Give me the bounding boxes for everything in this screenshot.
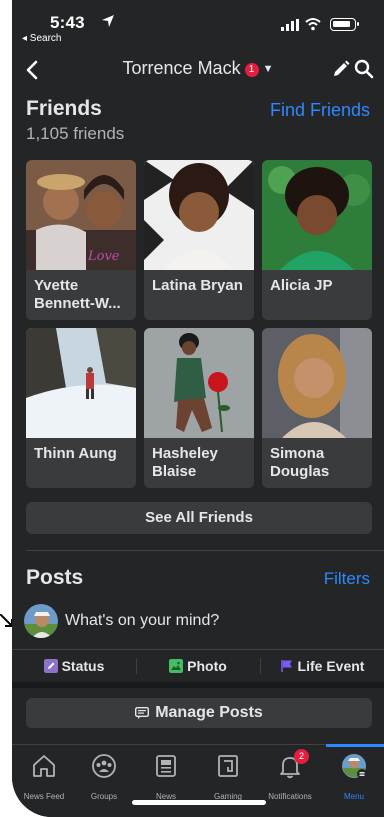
see-all-friends-button[interactable]: See All Friends (26, 502, 372, 534)
active-tab-indicator (326, 744, 384, 747)
profile-switcher[interactable]: Torrence Mack 1 ▼ (12, 58, 384, 79)
whats-on-your-mind-input[interactable]: What's on your mind? (65, 612, 219, 630)
friend-photo (144, 328, 254, 438)
battery-icon (330, 18, 359, 31)
friend-photo: Love (26, 160, 136, 270)
status-pencil-icon (43, 659, 58, 673)
cellular-signal-icon (281, 19, 299, 31)
status-label: Status (61, 658, 105, 674)
friend-name: Simona Douglas (270, 445, 330, 480)
friend-name: Latina Bryan (152, 277, 243, 294)
friend-photo (26, 328, 136, 438)
back-to-search-link[interactable]: ◂ Search (22, 33, 61, 44)
posts-section-title: Posts (26, 566, 84, 589)
tab-gaming[interactable]: Gaming (198, 753, 258, 801)
life-event-button[interactable]: Life Event (260, 650, 384, 682)
life-event-label: Life Event (297, 658, 365, 674)
status-bar: 5:43 ◂ Search (12, 0, 384, 48)
photo-button[interactable]: Photo (136, 650, 260, 682)
friends-grid: Love Yvette Bennett-W... Latina Bryan Al… (26, 160, 372, 488)
tab-menu[interactable]: Menu (324, 753, 384, 801)
menu-avatar-icon (342, 754, 367, 779)
friend-card[interactable]: Latina Bryan (144, 160, 254, 320)
friend-photo (144, 160, 254, 270)
tab-label: News Feed (23, 792, 65, 801)
phone-screen: 5:43 ◂ Search Torrence Mack 1 ▼ Friends … (12, 0, 384, 817)
notifications-badge: 2 (294, 749, 309, 764)
friend-photo (262, 160, 372, 270)
photo-icon (169, 659, 184, 673)
friend-card[interactable]: Hasheley Blaise (144, 328, 254, 488)
profile-notification-badge: 1 (244, 63, 259, 77)
friend-name: Alicia JP (270, 277, 333, 294)
filters-link[interactable]: Filters (324, 569, 370, 589)
tab-label: Menu (343, 792, 364, 801)
friend-name: Hasheley Blaise (152, 445, 218, 480)
manage-posts-icon (135, 707, 150, 719)
friends-section-title: Friends (26, 97, 102, 120)
edit-pencil-icon[interactable] (332, 60, 350, 78)
friend-photo (262, 328, 372, 438)
svg-text:Love: Love (87, 249, 120, 264)
friend-card[interactable]: Alicia JP (262, 160, 372, 320)
friend-name: Yvette Bennett-W... (34, 277, 121, 312)
home-icon (33, 755, 55, 777)
home-indicator (132, 800, 266, 805)
avatar[interactable] (24, 604, 58, 638)
friend-name: Thinn Aung (34, 445, 117, 462)
profile-name: Torrence Mack (122, 58, 241, 78)
find-friends-link[interactable]: Find Friends (270, 100, 370, 121)
friend-card[interactable]: Thinn Aung (26, 328, 136, 488)
tab-notifications[interactable]: 2 Notifications (260, 749, 320, 801)
friend-card[interactable]: Love Yvette Bennett-W... (26, 160, 136, 320)
news-icon (156, 755, 176, 777)
tab-label: Groups (90, 792, 118, 801)
bottom-tab-bar: News Feed Groups News Gaming 2 Notificat… (12, 744, 384, 817)
tab-label: Notifications (268, 792, 312, 801)
friend-card[interactable]: Simona Douglas (262, 328, 372, 488)
groups-icon (92, 754, 116, 778)
post-actions-bar: Status Photo Life Event (12, 650, 384, 682)
status-button[interactable]: Status (12, 650, 136, 682)
wifi-icon (305, 18, 321, 31)
photo-label: Photo (187, 658, 227, 674)
manage-posts-button[interactable]: Manage Posts (26, 698, 372, 728)
manage-posts-label: Manage Posts (155, 704, 263, 721)
status-time: 5:43 (50, 13, 85, 32)
section-divider (26, 550, 384, 551)
gaming-icon (218, 755, 238, 777)
tab-groups[interactable]: Groups (74, 753, 134, 801)
section-separator (12, 682, 384, 688)
friend-count: 1,105 friends (26, 124, 125, 143)
profile-header: Torrence Mack 1 ▼ (12, 54, 384, 90)
tab-news[interactable]: News (136, 753, 196, 801)
flag-icon (280, 660, 292, 672)
search-icon[interactable] (354, 59, 374, 79)
tab-news-feed[interactable]: News Feed (14, 753, 74, 801)
location-arrow-icon (102, 15, 114, 27)
chevron-down-icon: ▼ (262, 63, 274, 75)
